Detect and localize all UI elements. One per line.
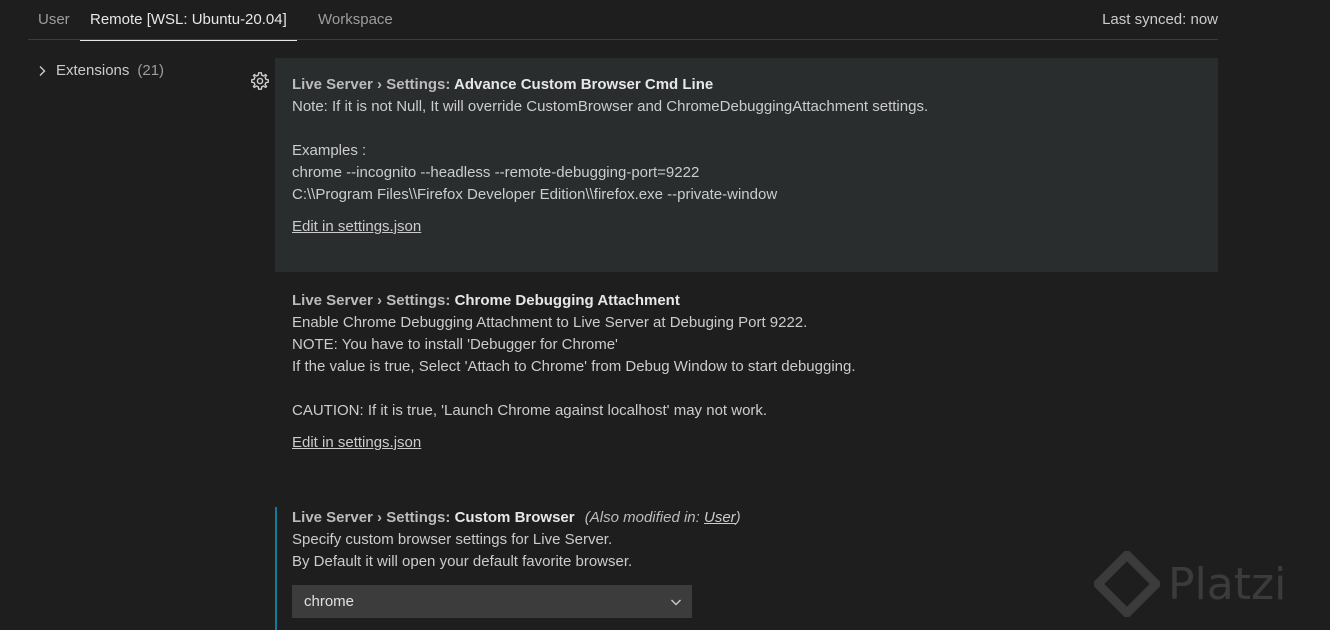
description-line: Enable Chrome Debugging Attachment to Li…: [292, 314, 808, 331]
description-line: chrome --incognito --headless --remote-d…: [292, 164, 700, 181]
setting-title: Live Server › Settings: Custom Browser (…: [292, 507, 1201, 529]
description-line: C:\\Program Files\\Firefox Developer Edi…: [292, 186, 778, 203]
description-line: Specify custom browser settings for Live…: [292, 531, 613, 548]
also-modified-note: (Also modified in: User): [585, 509, 741, 526]
watermark-text: Platzi: [1168, 558, 1287, 610]
also-modified-user-link[interactable]: User: [704, 509, 736, 526]
edit-in-settings-json-link[interactable]: Edit in settings.json: [292, 216, 421, 238]
toc-count: (21): [137, 62, 165, 79]
toc-label: Extensions: [56, 62, 130, 79]
settings-scope-tabs: User Remote [WSL: Ubuntu-20.04] Workspac…: [28, 0, 1218, 41]
edit-in-settings-json-link[interactable]: Edit in settings.json: [292, 432, 421, 454]
description-line: NOTE: You have to install 'Debugger for …: [292, 336, 618, 353]
setting-category: Live Server › Settings:: [292, 292, 455, 309]
tab-user[interactable]: User: [38, 0, 70, 40]
setting-title: Live Server › Settings: Advance Custom B…: [292, 74, 1201, 96]
platzi-logo-icon: [1094, 551, 1160, 617]
description-line: CAUTION: If it is true, 'Launch Chrome a…: [292, 402, 768, 419]
select-value: chrome: [304, 593, 355, 610]
setting-name: Advance Custom Browser Cmd Line: [454, 76, 714, 93]
setting-advance-custom-browser-cmd-line: Live Server › Settings: Advance Custom B…: [275, 58, 1218, 272]
tab-remote[interactable]: Remote [WSL: Ubuntu-20.04]: [80, 0, 297, 41]
setting-description: Enable Chrome Debugging Attachment to Li…: [292, 312, 1201, 422]
setting-description: Note: If it is not Null, It will overrid…: [292, 96, 1201, 206]
setting-name: Custom Browser: [454, 509, 575, 526]
also-modified-suffix: ): [735, 509, 741, 526]
chevron-down-icon: [671, 599, 681, 606]
chevron-right-icon: [39, 65, 46, 76]
description-line: By Default it will open your default fav…: [292, 553, 633, 570]
sync-status: Last synced: now: [1102, 11, 1218, 28]
setting-name: Chrome Debugging Attachment: [454, 292, 680, 309]
description-line: Note: If it is not Null, It will overrid…: [292, 98, 929, 115]
setting-title: Live Server › Settings: Chrome Debugging…: [292, 290, 1201, 312]
toc-item-extensions[interactable]: Extensions (21): [36, 62, 164, 79]
description-blank-line: [292, 118, 1201, 140]
setting-category: Live Server › Settings:: [292, 509, 455, 526]
setting-description: Specify custom browser settings for Live…: [292, 529, 1201, 573]
tab-workspace[interactable]: Workspace: [318, 0, 393, 40]
custom-browser-select[interactable]: chrome: [292, 585, 692, 618]
gear-icon[interactable]: [250, 71, 270, 91]
description-line: Examples :: [292, 142, 367, 159]
also-modified-prefix: (Also modified in:: [584, 509, 704, 526]
description-line: If the value is true, Select 'Attach to …: [292, 358, 856, 375]
setting-category: Live Server › Settings:: [292, 76, 454, 93]
platzi-watermark: Platzi: [1094, 548, 1324, 620]
setting-chrome-debugging-attachment: Live Server › Settings: Chrome Debugging…: [275, 290, 1218, 454]
description-blank-line: [292, 378, 1201, 400]
